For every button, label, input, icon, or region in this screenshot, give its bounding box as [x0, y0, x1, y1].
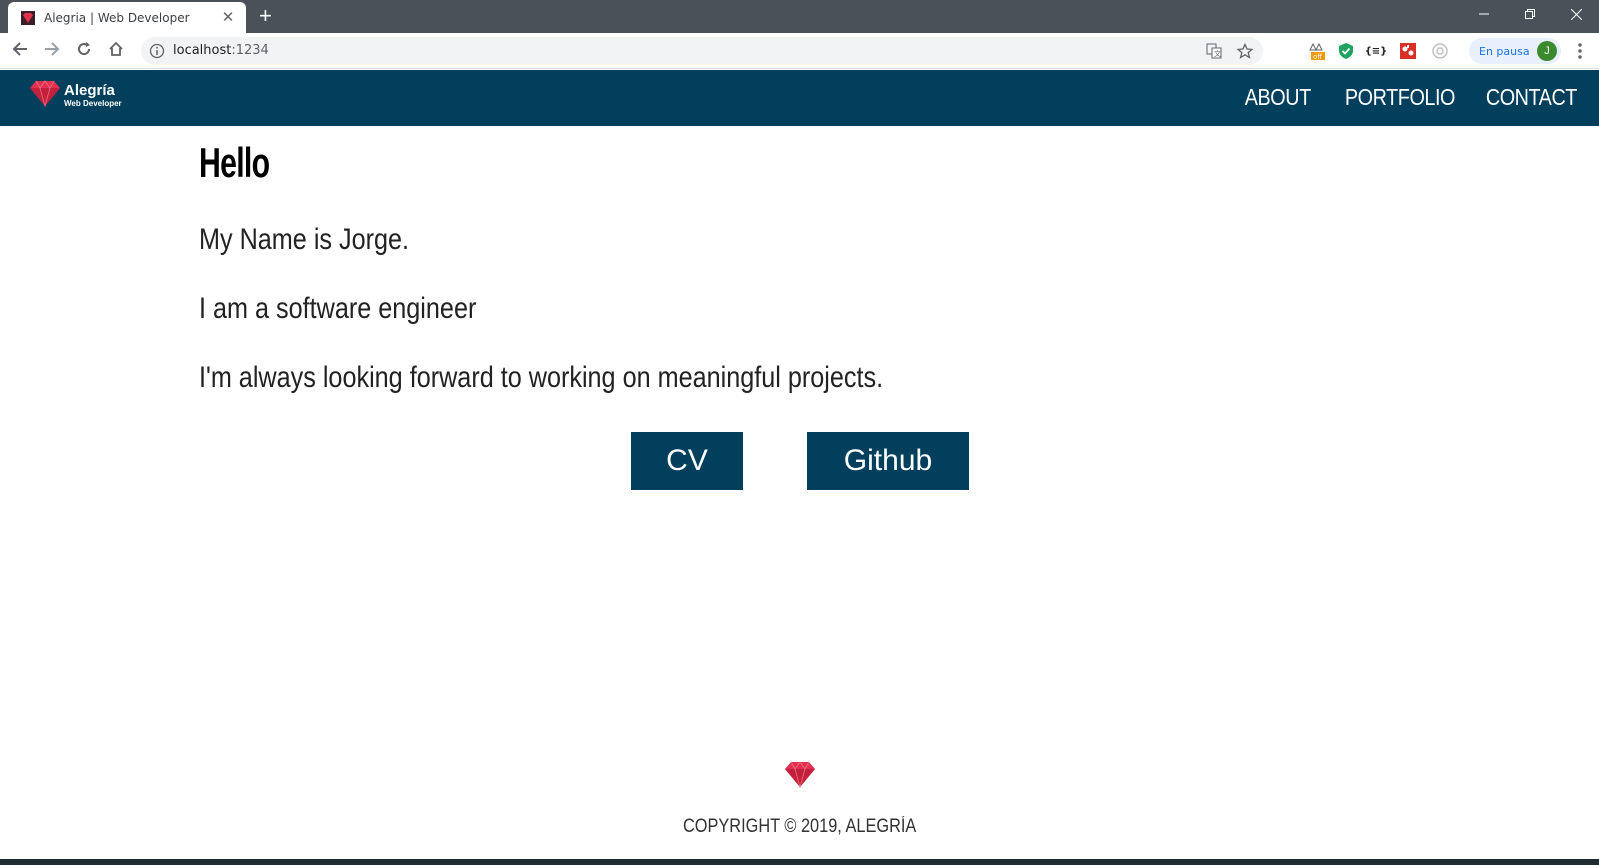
intro-role: I am a software engineer	[199, 292, 477, 325]
profile-status: En pausa	[1479, 44, 1530, 58]
site-header: Alegría Web Developer ABOUT PORTFOLIO CO…	[0, 70, 1599, 126]
close-window-button[interactable]	[1553, 0, 1599, 28]
nav-link-contact[interactable]: CONTACT	[1486, 84, 1578, 111]
avatar: J	[1537, 41, 1557, 61]
home-icon	[108, 41, 124, 62]
intro-goal: I'm always looking forward to working on…	[199, 361, 884, 394]
nav-link-about[interactable]: ABOUT	[1245, 84, 1311, 111]
brand-tagline: Web Developer	[64, 99, 122, 108]
new-tab-button[interactable]: +	[259, 4, 272, 28]
home-button[interactable]	[104, 39, 128, 63]
browser-menu-icon[interactable]	[1571, 41, 1589, 61]
github-button[interactable]: Github	[807, 432, 969, 490]
forward-button[interactable]	[40, 39, 64, 63]
arrow-right-icon	[44, 41, 60, 62]
svg-text:文: 文	[1214, 49, 1221, 58]
footer-gem-icon	[784, 760, 816, 788]
close-tab-icon[interactable]: ✕	[220, 9, 236, 26]
minimize-window-button[interactable]	[1461, 0, 1507, 28]
off-badge-icon[interactable]: off	[1306, 41, 1326, 61]
brand-name: Alegría	[64, 82, 115, 99]
footer-copyright: COPYRIGHT © 2019, ALEGRÍA	[0, 816, 1599, 838]
json-braces-icon[interactable]: {≡}	[1365, 41, 1388, 61]
brand-text: Alegría Web Developer	[64, 83, 122, 108]
main-nav: ABOUT PORTFOLIO CONTACT	[1218, 84, 1577, 111]
browser-tab[interactable]: Alegria | Web Developer ✕	[8, 2, 246, 33]
taskbar-edge	[0, 859, 1599, 865]
red-puzzle-icon[interactable]	[1398, 41, 1418, 61]
browser-tab-strip: Alegria | Web Developer ✕ +	[0, 0, 1599, 33]
circle-gray-icon[interactable]	[1430, 41, 1450, 61]
tab-title: Alegria | Web Developer	[44, 10, 190, 25]
browser-toolbar: localhost:1234 文 off {≡} En pausa J	[0, 33, 1599, 69]
back-button[interactable]	[8, 39, 32, 63]
off-badge-text: off	[1313, 53, 1322, 61]
gem-icon	[20, 10, 36, 26]
profile-button[interactable]: En pausa J	[1469, 38, 1561, 64]
page-title: Hello	[199, 139, 270, 186]
url-host: localhost	[173, 43, 232, 58]
cv-button[interactable]: CV	[631, 432, 743, 490]
url-port: :1234	[231, 43, 269, 58]
window-controls	[1461, 0, 1599, 30]
brand-logo-link[interactable]: Alegría Web Developer	[30, 79, 122, 112]
bookmark-star-icon[interactable]	[1236, 42, 1254, 60]
shield-check-icon[interactable]	[1336, 41, 1356, 61]
address-bar[interactable]: localhost:1234 文	[141, 37, 1263, 65]
copyright-text: COPYRIGHT © 2019, ALEGRÍA	[682, 816, 917, 837]
intro-name: My Name is Jorge.	[199, 223, 410, 256]
info-icon[interactable]	[149, 43, 165, 59]
reload-icon	[76, 41, 92, 62]
address-url[interactable]: localhost:1234	[173, 43, 269, 58]
reload-button[interactable]	[72, 39, 96, 63]
translate-icon[interactable]: 文	[1205, 42, 1223, 60]
restore-window-button[interactable]	[1507, 0, 1553, 28]
arrow-left-icon	[12, 41, 28, 62]
nav-link-portfolio[interactable]: PORTFOLIO	[1345, 84, 1456, 111]
gem-logo-icon	[30, 79, 60, 112]
